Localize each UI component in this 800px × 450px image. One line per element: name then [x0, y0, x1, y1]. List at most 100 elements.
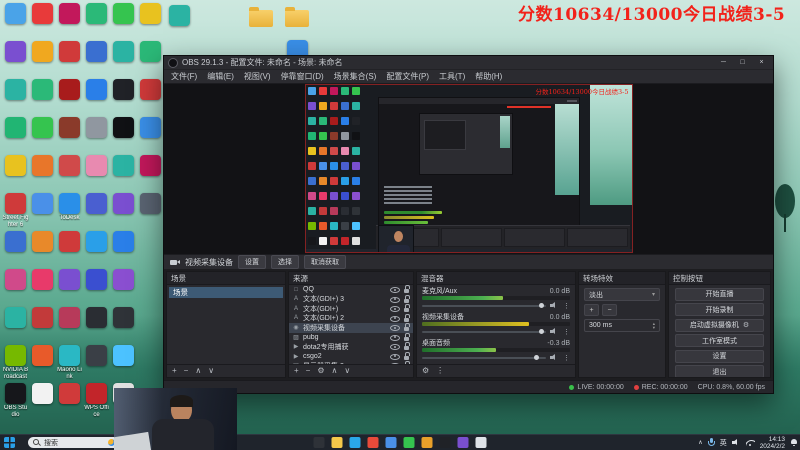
start-button[interactable] — [4, 437, 15, 448]
lock-icon[interactable] — [403, 351, 410, 361]
visibility-icon[interactable] — [390, 333, 400, 342]
desktop-icon[interactable] — [166, 5, 192, 35]
more-icon[interactable]: ⋮ — [563, 354, 570, 362]
remove-transition-button[interactable]: − — [602, 304, 617, 316]
obs-icon[interactable] — [439, 437, 451, 448]
desktop-icon[interactable] — [56, 154, 83, 192]
menu-item[interactable]: 编辑(E) — [202, 71, 239, 82]
menu-item[interactable]: 工具(T) — [434, 71, 470, 82]
source-row[interactable]: ▶ dota2专用捕获 — [289, 342, 413, 352]
desktop-icon[interactable] — [56, 2, 83, 40]
notification-icon[interactable] — [790, 438, 797, 447]
volume-slider[interactable] — [422, 328, 546, 334]
source-properties-button[interactable]: ⚙ — [317, 367, 324, 375]
desktop-icon[interactable] — [83, 154, 110, 192]
desktop-icon[interactable] — [56, 116, 83, 154]
desktop-icon[interactable]: WPS Office — [83, 382, 110, 420]
app-purple-icon[interactable] — [457, 437, 469, 448]
visibility-icon[interactable] — [390, 304, 400, 313]
more-icon[interactable]: ⋮ — [563, 302, 570, 310]
desktop-icon[interactable] — [2, 306, 29, 344]
remove-scene-button[interactable]: − — [184, 367, 189, 375]
desktop-icon[interactable] — [83, 116, 110, 154]
menu-item[interactable]: 配置文件(P) — [381, 71, 434, 82]
desktop-icon[interactable] — [137, 154, 164, 192]
app-blue-icon[interactable] — [385, 437, 397, 448]
desktop-icon[interactable] — [110, 154, 137, 192]
desktop-icon[interactable] — [110, 116, 137, 154]
visibility-icon[interactable] — [390, 323, 400, 332]
desktop-icon[interactable] — [83, 40, 110, 78]
desktop-icon[interactable] — [83, 230, 110, 268]
desktop-icon[interactable] — [137, 78, 164, 116]
browser-chrome-icon[interactable] — [367, 437, 379, 448]
desktop-icon[interactable] — [284, 5, 310, 35]
visibility-icon[interactable] — [390, 285, 400, 294]
lock-icon[interactable] — [403, 313, 410, 323]
control-button[interactable]: 设置 — [675, 349, 764, 363]
network-icon[interactable] — [745, 439, 755, 446]
desktop-icon[interactable] — [29, 344, 56, 382]
visibility-icon[interactable] — [390, 295, 400, 304]
desktop-icon[interactable]: Street Fighter 6 — [2, 192, 29, 230]
desktop-icon[interactable] — [83, 268, 110, 306]
volume-slider-knob[interactable] — [534, 354, 540, 360]
source-row[interactable]: ◉ 视频采集设备 — [289, 323, 413, 333]
lock-icon[interactable] — [403, 294, 410, 304]
control-button[interactable]: 退出 — [675, 365, 764, 377]
remove-source-button[interactable]: − — [306, 367, 311, 375]
desktop-icon[interactable] — [2, 154, 29, 192]
desktop-icon[interactable] — [29, 382, 56, 420]
desktop-icon[interactable] — [137, 192, 164, 230]
app-orange-icon[interactable] — [421, 437, 433, 448]
source-row[interactable]: ▣显示器采集 2 — [289, 361, 413, 364]
more-icon[interactable]: ⋮ — [563, 328, 570, 336]
desktop-icon[interactable] — [83, 192, 110, 230]
source-row[interactable]: ▶ csgo2 — [289, 351, 413, 362]
menu-item[interactable]: 视图(V) — [239, 71, 276, 82]
control-button[interactable]: 启动虚拟摄像机 ⚙ — [675, 318, 764, 332]
scene-row[interactable]: 场景 — [169, 287, 283, 298]
desktop-icon[interactable] — [56, 230, 83, 268]
control-button[interactable]: 开始录制 — [675, 303, 764, 316]
desktop-icon[interactable] — [110, 2, 137, 40]
desktop-icon[interactable] — [110, 268, 137, 306]
source-row[interactable]: A 文本(GDI+) 2 — [289, 313, 413, 324]
source-toolbar-button[interactable]: 选择 — [271, 255, 299, 269]
volume-icon[interactable] — [731, 438, 741, 447]
desktop-icon[interactable] — [2, 268, 29, 306]
volume-slider[interactable] — [422, 302, 546, 308]
desktop-icon[interactable] — [29, 78, 56, 116]
desktop-icon[interactable]: ToDesk — [56, 192, 83, 230]
desktop-icon[interactable]: OBS Studio — [2, 382, 29, 420]
desktop-icon[interactable] — [137, 40, 164, 78]
visibility-icon[interactable] — [390, 314, 400, 323]
volume-slider-knob[interactable] — [539, 328, 545, 334]
desktop-icon[interactable] — [56, 268, 83, 306]
lock-icon[interactable] — [403, 332, 410, 342]
visibility-icon[interactable] — [390, 352, 400, 361]
desktop-icon[interactable] — [110, 344, 137, 382]
lock-icon[interactable] — [403, 361, 410, 364]
speaker-icon[interactable] — [550, 353, 559, 362]
desktop-icon[interactable] — [29, 2, 56, 40]
desktop-icon[interactable] — [110, 306, 137, 344]
desktop-icon[interactable] — [29, 40, 56, 78]
desktop-icon[interactable] — [83, 344, 110, 382]
desktop-icon[interactable] — [83, 78, 110, 116]
taskbar-clock[interactable]: 14:13 2024/2/2 — [760, 436, 785, 450]
menu-item[interactable]: 场景集合(S) — [329, 71, 382, 82]
speaker-icon[interactable] — [550, 301, 559, 310]
add-source-button[interactable]: + — [294, 367, 299, 375]
visibility-icon[interactable] — [390, 361, 400, 364]
volume-slider-knob[interactable] — [539, 302, 545, 308]
visibility-icon[interactable] — [390, 342, 400, 351]
lock-icon[interactable] — [403, 304, 410, 313]
minimize-button[interactable]: ─ — [716, 57, 731, 68]
desktop-icon[interactable]: NVIDIA Broadcast — [2, 344, 29, 382]
source-toolbar-button[interactable]: 取消获取 — [304, 255, 346, 269]
tray-chevron-up-icon[interactable]: ∧ — [698, 439, 702, 446]
microphone-icon[interactable] — [708, 437, 716, 448]
maximize-button[interactable]: □ — [735, 57, 750, 68]
desktop-icon[interactable] — [56, 382, 83, 420]
